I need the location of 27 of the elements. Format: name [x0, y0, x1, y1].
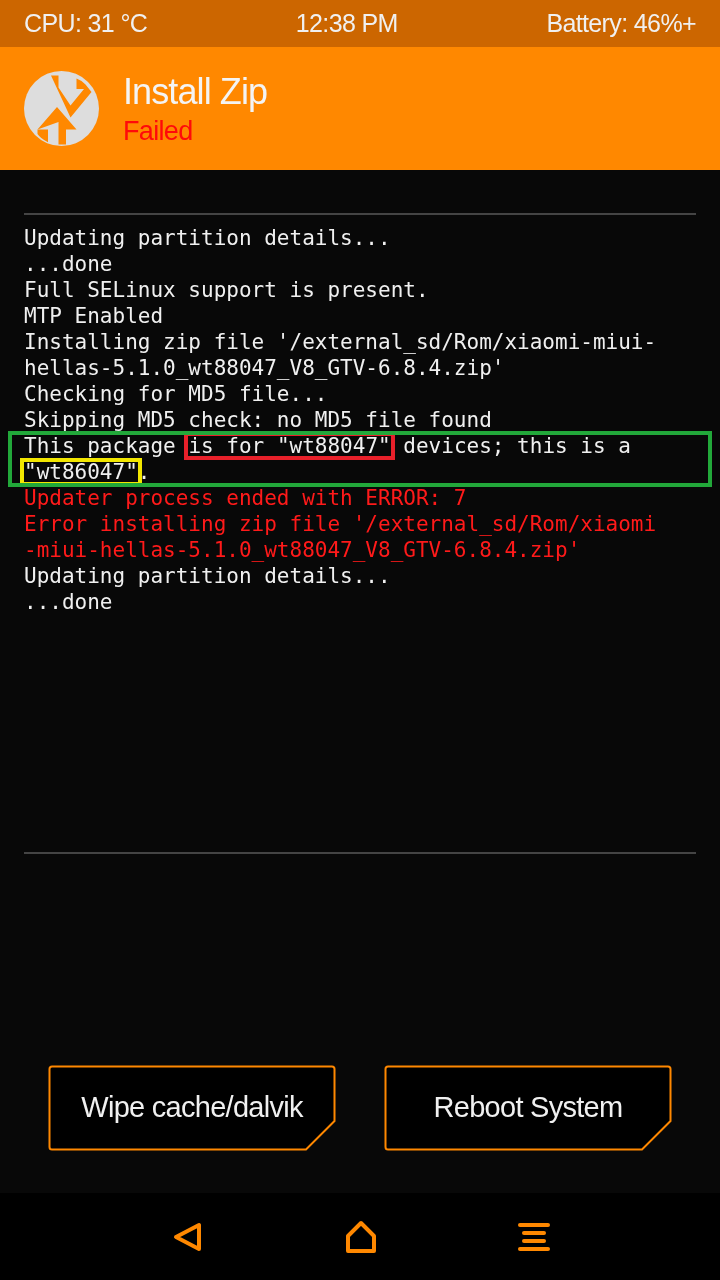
- menu-icon[interactable]: [517, 1221, 550, 1252]
- log-line: Error installing zip file '/external_sd/Rom/xiaomi: [24, 511, 658, 537]
- log-line: hellas-5.1.0_wt88047_V8_GTV-6.8.4.zip': [24, 355, 506, 381]
- install-status: Failed: [123, 114, 194, 148]
- log-line: Updater process ended with ERROR: 7: [24, 485, 468, 511]
- logo-icon: [24, 71, 99, 146]
- clock: 12:38 PM: [295, 7, 398, 39]
- log-line: Updating partition details...: [24, 563, 392, 589]
- highlight-box: is for "wt88047": [184, 432, 395, 460]
- log-line: ...done: [24, 589, 114, 615]
- log-line: Full SELinux support is present.: [24, 277, 430, 303]
- home-icon[interactable]: [345, 1219, 377, 1254]
- log-line: Skipping MD5 check: no MD5 file found: [24, 407, 493, 433]
- highlight-box: "wt86047": [20, 458, 142, 486]
- log-line: Checking for MD5 file...: [24, 381, 329, 407]
- log-line: Updating partition details...: [24, 225, 392, 251]
- battery-status: Battery: 46%+: [546, 7, 696, 39]
- log-line: MTP Enabled: [24, 303, 165, 329]
- log-line: -miui-hellas-5.1.0_wt88047_V8_GTV-6.8.4.zip': [24, 537, 582, 563]
- action-button[interactable]: Wipe cache/dalvik: [48, 1065, 336, 1151]
- log-text: devices; this is a: [402, 434, 631, 458]
- action-button[interactable]: Reboot System: [384, 1065, 672, 1151]
- log-text: This package: [24, 434, 177, 458]
- log-line: ...done: [24, 251, 114, 277]
- cpu-temperature: CPU: 31 °C: [24, 7, 148, 39]
- screen-title: Install Zip: [123, 69, 268, 114]
- log-line: Installing zip file '/external_sd/Rom/xiaomi-miui-: [24, 329, 658, 355]
